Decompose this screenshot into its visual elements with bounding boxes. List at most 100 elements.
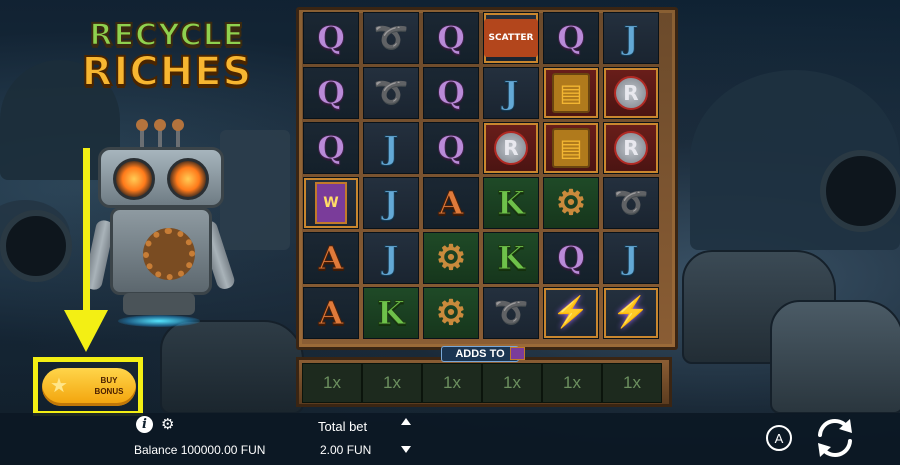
balance-display: Balance 100000.00 FUN: [134, 443, 266, 457]
reel-cell: K: [483, 232, 539, 284]
tesla-coil-icon: ⚡: [552, 295, 590, 330]
symbol-q: Q: [557, 239, 586, 277]
robot-eye: [113, 158, 155, 200]
autoplay-button[interactable]: A: [765, 424, 793, 452]
autoplay-label: A: [775, 431, 784, 446]
reel-cell: J: [363, 232, 419, 284]
wild-box-icon: W: [315, 182, 347, 224]
gear-icon[interactable]: ⚙: [161, 416, 174, 433]
adds-to-label: ADDS TO: [441, 346, 519, 362]
tesla-coil-icon: ⚡: [612, 295, 650, 330]
tire-decoration: [820, 150, 900, 232]
multiplier-cell: 1x: [542, 363, 602, 403]
reel-cell: K: [363, 287, 419, 339]
symbol-q: Q: [437, 129, 466, 167]
reel-cell: Q: [423, 67, 479, 119]
highlight-arrow-shaft: [83, 148, 90, 318]
buy-bonus-button[interactable]: ★ BUY BONUS: [42, 368, 136, 406]
symbol-q: Q: [437, 74, 466, 112]
wrecked-car: [770, 300, 900, 414]
symbol-q: Q: [317, 74, 346, 112]
rope-icon: ➰: [373, 21, 409, 54]
robot-antenna: [136, 119, 148, 149]
symbol-j: J: [383, 129, 399, 167]
reel-cell: ➰: [363, 67, 419, 119]
symbol-q: Q: [557, 19, 586, 57]
rope-icon: ➰: [613, 186, 649, 219]
reel-cell: R: [603, 67, 659, 119]
reel-cell: ▤: [543, 67, 599, 119]
symbol-j: J: [623, 19, 639, 57]
reel-cell: Q: [303, 12, 359, 64]
reel-cell: R: [483, 122, 539, 174]
multiplier-cell: 1x: [362, 363, 422, 403]
symbol-a: A: [438, 184, 464, 222]
info-icon[interactable]: i: [136, 416, 153, 433]
reel-cell: Q: [423, 122, 479, 174]
scatter-icon: SCATTER: [483, 19, 539, 57]
symbol-a: A: [318, 239, 344, 277]
total-bet-label: Total bet: [318, 419, 368, 434]
reel-cell: ⚙: [423, 287, 479, 339]
robot-body: [110, 207, 212, 295]
gear-icon: ⚙: [555, 183, 587, 223]
reel-cell: A: [303, 287, 359, 339]
symbol-q: Q: [317, 19, 346, 57]
reel-cell: Q: [303, 67, 359, 119]
symbol-k: K: [377, 294, 406, 332]
reel-cell: J: [603, 12, 659, 64]
reel-cell: W: [303, 177, 359, 229]
reel-cell: SCATTER: [483, 12, 539, 64]
reel-cell: ➰: [483, 287, 539, 339]
robot-antenna: [172, 119, 184, 149]
reel-cell: ⚙: [423, 232, 479, 284]
reel-cell: ▤: [543, 122, 599, 174]
robot-head: [98, 147, 224, 208]
multiplier-cell: 1x: [482, 363, 542, 403]
reel-cell: ⚡: [543, 287, 599, 339]
symbol-q: Q: [317, 129, 346, 167]
reel-cell: ⚙: [543, 177, 599, 229]
reel-cell: Q: [423, 12, 479, 64]
multiplier-cell: 1x: [422, 363, 482, 403]
star-icon: ★: [50, 375, 68, 397]
multiplier-cell: 1x: [302, 363, 362, 403]
game-logo: RECYCLE RICHES: [62, 17, 272, 95]
logo-line-2: RICHES: [81, 49, 253, 95]
reel-cell: ➰: [603, 177, 659, 229]
rope-icon: ➰: [493, 296, 529, 329]
reel-cell: R: [603, 122, 659, 174]
symbol-q: Q: [437, 19, 466, 57]
book-icon: ▤: [551, 73, 591, 113]
reel-cell: Q: [303, 122, 359, 174]
robot-base: [123, 293, 195, 315]
reel-cell: A: [423, 177, 479, 229]
gear-icon: ⚙: [435, 293, 467, 333]
robot-antenna: [154, 119, 166, 149]
total-bet-value: 2.00 FUN: [320, 443, 372, 457]
logo-line-1: RECYCLE: [89, 17, 245, 54]
reel-cell: J: [363, 177, 419, 229]
reel-cell: K: [483, 177, 539, 229]
badge-r-icon: R: [614, 131, 648, 165]
spin-button[interactable]: [810, 415, 860, 461]
gear-icon: [143, 228, 195, 280]
reel-cell: J: [483, 67, 539, 119]
reel-cell: ➰: [363, 12, 419, 64]
reel-cell: ⚡: [603, 287, 659, 339]
buy-bonus-label: BUY BONUS: [94, 376, 124, 396]
symbol-j: J: [503, 74, 519, 112]
rope-icon: ➰: [373, 76, 409, 109]
robot-thruster-glow: [118, 315, 200, 327]
bet-increase-arrow-icon[interactable]: [401, 418, 411, 425]
symbol-j: J: [383, 239, 399, 277]
book-icon: ▤: [551, 128, 591, 168]
bet-decrease-arrow-icon[interactable]: [401, 446, 411, 453]
reel-cell: J: [363, 122, 419, 174]
tire-decoration: [0, 210, 72, 282]
symbol-j: J: [383, 184, 399, 222]
badge-r-icon: R: [614, 76, 648, 110]
symbol-k: K: [497, 184, 526, 222]
symbol-j: J: [623, 239, 639, 277]
symbol-k: K: [497, 239, 526, 277]
